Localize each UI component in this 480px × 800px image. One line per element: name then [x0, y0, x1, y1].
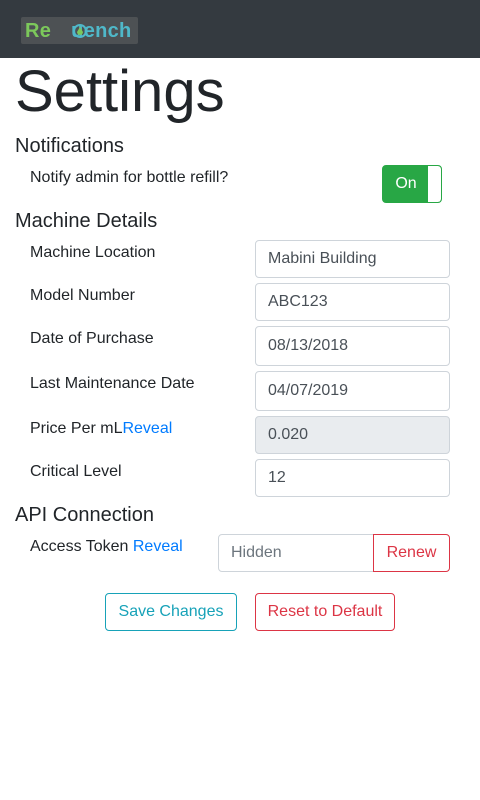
reset-default-button[interactable]: Reset to Default [255, 593, 395, 631]
brand-logo[interactable]: Re uench [21, 17, 138, 44]
page-title: Settings [15, 59, 225, 124]
section-title-notifications: Notifications [15, 135, 124, 157]
price-reveal-link[interactable]: Reveal [122, 420, 172, 437]
price-per-ml-input [255, 416, 450, 454]
section-title-machine-details: Machine Details [15, 210, 158, 232]
purchase-date-input[interactable] [255, 326, 450, 366]
price-per-ml-label: Price Per mLReveal [30, 419, 172, 439]
critical-level-label: Critical Level [30, 463, 122, 480]
purchase-date-label: Date of Purchase [30, 330, 154, 347]
water-drop-icon [73, 24, 87, 38]
access-token-input[interactable] [218, 534, 374, 572]
section-title-api-connection: API Connection [15, 504, 154, 526]
model-number-label: Model Number [30, 287, 135, 304]
maintenance-date-input[interactable] [255, 371, 450, 411]
access-token-text: Access Token [30, 538, 129, 555]
refill-notify-label: Notify admin for bottle refill? [30, 169, 229, 186]
save-changes-button[interactable]: Save Changes [105, 593, 237, 631]
renew-token-button[interactable]: Renew [373, 534, 450, 572]
top-navbar: Re uench [0, 0, 480, 58]
refill-notify-toggle[interactable]: On [382, 165, 442, 203]
toggle-handle [428, 166, 441, 202]
toggle-state-label: On [395, 175, 417, 192]
model-number-input[interactable] [255, 283, 450, 321]
maintenance-date-label: Last Maintenance Date [30, 375, 195, 392]
critical-level-input[interactable] [255, 459, 450, 497]
access-token-label: Access Token Reveal [30, 537, 183, 557]
machine-location-label: Machine Location [30, 244, 156, 261]
price-per-ml-text: Price Per mL [30, 420, 123, 437]
brand-text-part1: Re [25, 20, 52, 42]
machine-location-input[interactable] [255, 240, 450, 278]
token-reveal-link[interactable]: Reveal [133, 538, 183, 555]
